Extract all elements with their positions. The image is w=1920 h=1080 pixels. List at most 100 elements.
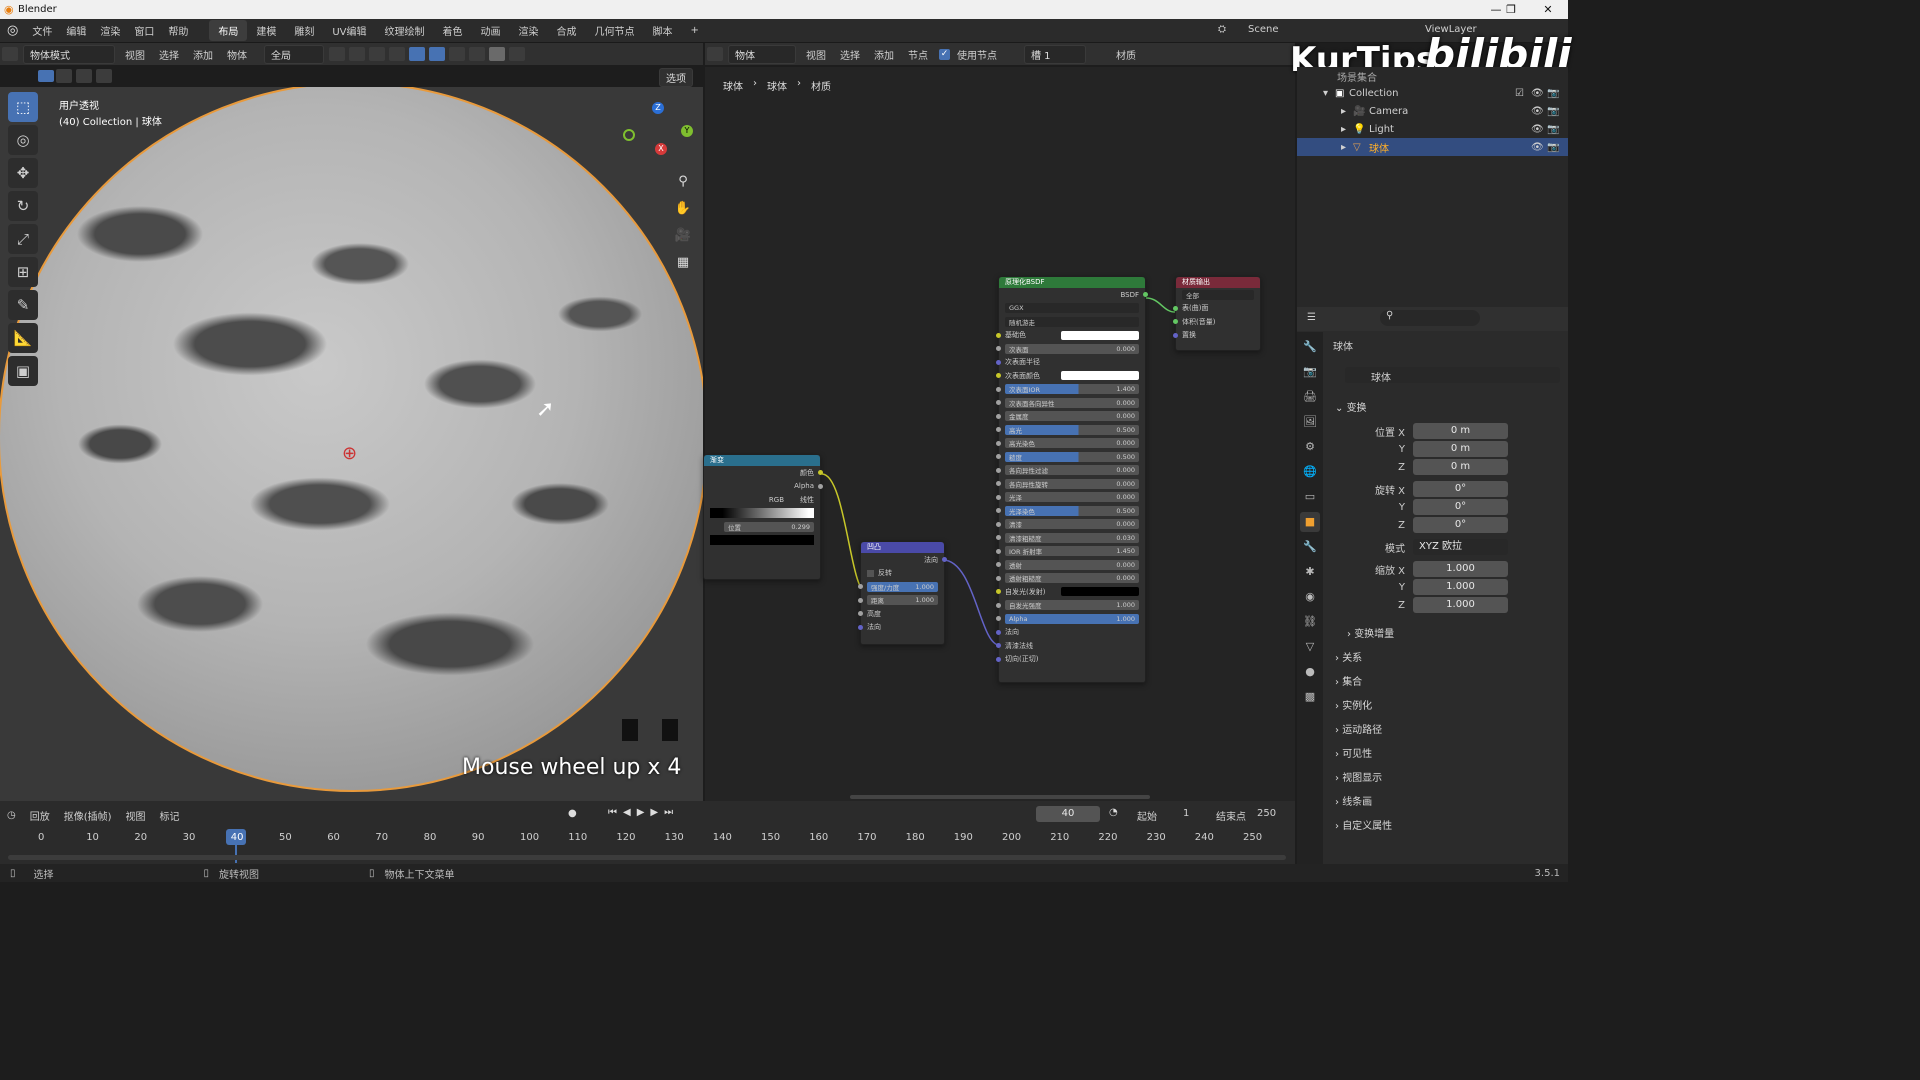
workspace-tab-texture-paint[interactable]: 纹理绘制 [376,20,434,41]
use-nodes-checkbox[interactable]: ✓ [939,48,950,60]
playback-menu[interactable]: 回放 [23,808,57,823]
viewport-menu-object[interactable]: 物体 [220,47,254,62]
shader-node-editor[interactable]: 球体 › 球体 › 材质 渐变 颜色 Alpha RGB 线性 位置 0.299 凹凸 … [703,67,1295,801]
move-tool-icon[interactable]: ✥ [8,158,38,188]
material-shading-icon[interactable] [509,47,525,61]
bsdf-distribution-dropdown[interactable]: GGX [1005,303,1139,314]
input-socket[interactable] [996,454,1001,460]
output-target-dropdown[interactable]: 全部 [1182,289,1254,300]
bsdf-input-field[interactable]: 自发光强度 1.000 [1005,600,1139,611]
bump-strength-value[interactable]: 1.000 [915,583,934,591]
material-label[interactable]: 材质 [1109,47,1143,62]
section-delta-transform[interactable]: › 变换增量 [1347,625,1394,640]
section-relations[interactable]: › 关系 [1335,649,1362,664]
workspace-tab-uv[interactable]: UV编辑 [323,20,375,41]
timeline-editor-icon[interactable]: ◷ [0,810,23,821]
outliner-row-camera[interactable]: ▸ 🎥 Camera 👁 📷 [1297,102,1568,120]
visibility-eye-icon[interactable]: 👁 [1531,124,1544,135]
ramp-mode[interactable]: RGB [769,496,784,504]
blender-menu-icon[interactable]: ◎ [0,23,25,38]
bsdf-input-field[interactable]: 各向异性过滤 0.000 [1005,465,1139,476]
outliner-row-light[interactable]: ▸ 💡 Light 👁 📷 [1297,120,1568,138]
bsdf-sss-method-dropdown[interactable]: 随机游走 [1005,316,1139,327]
gizmo-x-axis[interactable]: X [655,143,667,155]
bsdf-input-field[interactable]: 清漆 0.000 [1005,519,1139,530]
ramp-color-swatch[interactable] [710,535,814,546]
maximize-button[interactable]: ❐ [1493,0,1529,19]
pivot-icon[interactable] [329,47,345,61]
gizmo-toggle-icon[interactable] [409,47,425,61]
overlay-toggle-icon[interactable] [429,47,445,61]
add-workspace-button[interactable]: + [682,22,708,39]
input-socket[interactable] [996,440,1001,446]
menu-edit[interactable]: 编辑 [59,23,93,38]
options-dropdown[interactable]: 选项 [659,68,693,87]
section-instancing[interactable]: › 实例化 [1335,697,1372,712]
output-tab-icon[interactable]: 🖨 [1300,387,1320,407]
input-socket[interactable] [996,494,1001,500]
visibility-eye-icon[interactable]: 👁 [1531,88,1544,99]
ramp-pos-value[interactable]: 0.299 [791,523,810,531]
gizmo-y-axis[interactable]: Y [681,125,693,137]
add-cube-tool-icon[interactable]: ▣ [8,356,38,386]
workspace-tab-geometry-nodes[interactable]: 几何节点 [586,20,644,41]
input-socket[interactable] [996,508,1001,514]
section-line-art[interactable]: › 线条画 [1335,793,1372,808]
section-viewport-display[interactable]: › 视图显示 [1335,769,1382,784]
section-motion-paths[interactable]: › 运动路径 [1335,721,1382,736]
sphere-object[interactable] [0,87,703,792]
workspace-tab-shading[interactable]: 着色 [434,20,472,41]
select-tool-icon[interactable]: ⬚ [8,92,38,122]
input-socket[interactable] [996,535,1001,541]
wireframe-shading-icon[interactable] [469,47,485,61]
world-tab-icon[interactable]: 🌐 [1300,462,1320,482]
node-menu-node[interactable]: 节点 [901,47,935,62]
transform-orientation-dropdown[interactable]: 全局 [264,44,324,64]
tool-tab-icon[interactable]: 🔧 [1300,337,1320,357]
node-editor-type-icon[interactable] [707,47,723,61]
collection-tab-icon[interactable]: ▭ [1300,487,1320,507]
outliner-row-sphere[interactable]: ▸ ▽ 球体 👁 📷 [1297,138,1568,156]
select-box-mode-icon[interactable] [38,70,54,82]
input-socket[interactable] [996,656,1001,662]
rotate-tool-icon[interactable]: ↻ [8,191,38,221]
mode-dropdown[interactable]: 物体模式 [23,44,115,64]
color-ramp-node[interactable]: 渐变 颜色 Alpha RGB 线性 位置 0.299 [703,454,823,580]
input-socket[interactable] [996,400,1001,406]
pan-hand-icon[interactable]: ✋ [672,198,694,220]
node-menu-view[interactable]: 视图 [799,47,833,62]
object-tab-icon[interactable]: ■ [1300,512,1320,532]
transform-section-header[interactable]: ⌄ 变换 [1335,399,1367,414]
camera-view-icon[interactable]: 🎥 [672,225,694,247]
cursor-tool-icon[interactable]: ◎ [8,125,38,155]
bsdf-input-field[interactable]: 高光 0.500 [1005,424,1139,435]
input-socket[interactable] [996,562,1001,568]
editor-type-icon[interactable]: ☰ [1307,312,1316,323]
input-socket[interactable] [996,643,1001,649]
marker-menu[interactable]: 标记 [153,808,187,823]
rotation-x-field[interactable]: 0° [1413,481,1508,497]
input-socket[interactable] [996,481,1001,487]
transform-tool-icon[interactable]: ⊞ [8,257,38,287]
editor-type-icon[interactable] [2,47,18,61]
visibility-eye-icon[interactable]: 👁 [1531,106,1544,117]
bsdf-input-field[interactable]: IOR 折射率 1.450 [1005,546,1139,557]
material-tab-icon[interactable]: ● [1300,662,1320,682]
render-camera-icon[interactable]: 📷 [1547,142,1559,153]
bsdf-input-field[interactable]: 次表面IOR 1.400 [1005,384,1139,395]
snap-icon[interactable] [349,47,365,61]
bsdf-input-field[interactable]: 次表面各向异性 0.000 [1005,397,1139,408]
start-frame-field[interactable]: 1 [1183,808,1189,819]
scale-z-field[interactable]: 1.000 [1413,597,1508,613]
menu-help[interactable]: 帮助 [161,23,195,38]
input-socket[interactable] [996,373,1001,379]
scale-x-field[interactable]: 1.000 [1413,561,1508,577]
workspace-tab-compositing[interactable]: 合成 [548,20,586,41]
principled-bsdf-node[interactable]: 原理化BSDF BSDF GGX 随机游走 基础色 次表面 0.000 次表面半径 次表… [996,276,1148,683]
input-socket[interactable] [996,629,1001,635]
input-socket[interactable] [996,359,1001,365]
viewport-menu-select[interactable]: 选择 [152,47,186,62]
input-socket[interactable] [996,413,1001,419]
gizmo-neg-y-axis[interactable] [623,129,635,141]
bsdf-input-field[interactable]: 透射 0.000 [1005,559,1139,570]
